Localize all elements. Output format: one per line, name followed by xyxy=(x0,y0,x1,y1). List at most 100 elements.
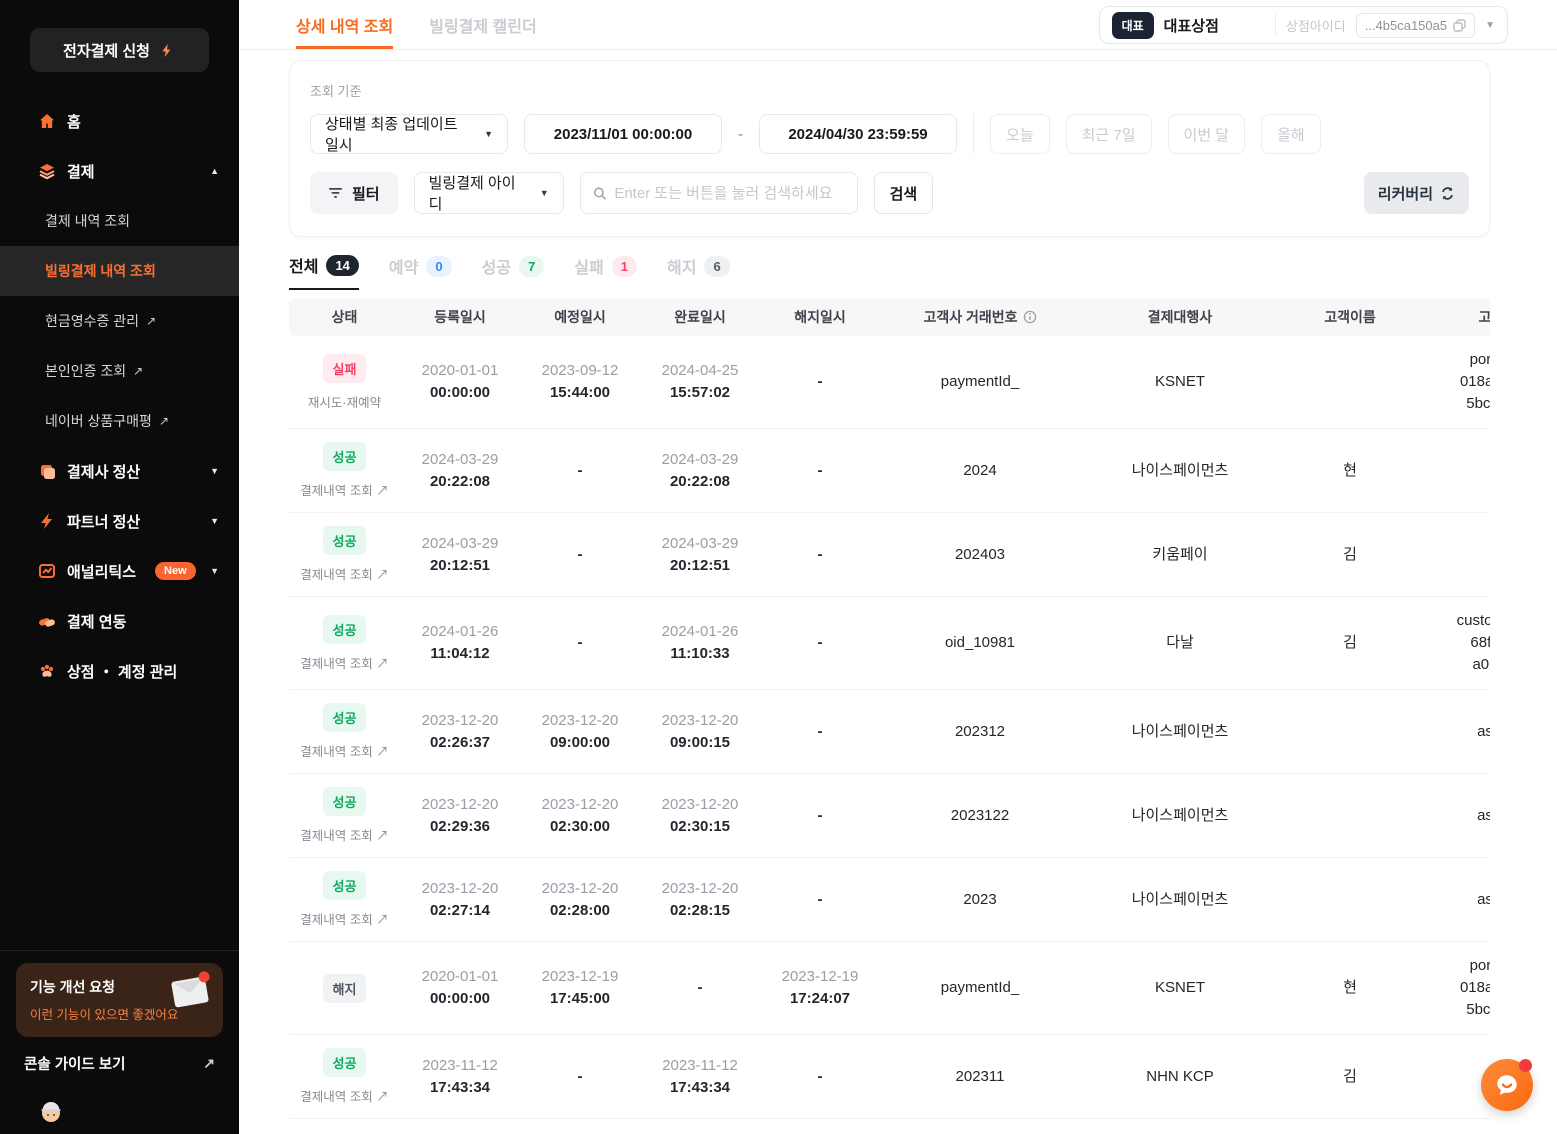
table-row[interactable]: 성공 결제내역 조회 ↗ 2024-01-2611:04:12 - 2024-0… xyxy=(289,597,1490,690)
status-tab-success[interactable]: 성공 7 xyxy=(482,253,545,290)
row-action-link[interactable]: 결제내역 조회 ↗ xyxy=(300,909,388,928)
sidebar-item-payment-integration[interactable]: 결제 연동 xyxy=(0,596,239,646)
range-today-button[interactable]: 오늘 xyxy=(990,114,1050,154)
status-tab-label: 해지 xyxy=(667,254,696,278)
range-this-year-button[interactable]: 올해 xyxy=(1261,114,1321,154)
table-row[interactable]: 성공 결제내역 조회 ↗ 2024-03-2920:12:51 - 2024-0… xyxy=(289,513,1490,597)
registered-at-cell: 2020-01-0100:00:00 xyxy=(400,360,520,404)
cancelled-at-cell: - xyxy=(760,632,880,654)
chevron-up-icon[interactable]: ▲ xyxy=(210,166,219,176)
divider xyxy=(1275,14,1276,36)
user-avatar[interactable] xyxy=(38,1098,64,1124)
sidebar-item-label: 현금영수증 관리 xyxy=(45,311,139,331)
date-from-input[interactable]: 2023/11/01 00:00:00 xyxy=(524,114,722,154)
completed-at-cell: 2023-11-1217:43:34 xyxy=(640,1055,760,1099)
table-row[interactable]: 해지 2020-01-0100:00:00 2023-12-1917:45:00… xyxy=(289,942,1490,1035)
sidebar-item-billing-history[interactable]: 빌링결제 내역 조회 xyxy=(0,246,239,296)
status-tab-failed[interactable]: 실패 1 xyxy=(574,253,637,290)
table-row[interactable]: 성공 결제내역 조회 ↗ 2023-12-2002:27:14 2023-12-… xyxy=(289,858,1490,942)
registered-at-cell: 2024-01-2611:04:12 xyxy=(400,621,520,665)
col-pg-provider: 결제대행사 xyxy=(1080,307,1280,327)
sidebar-item-label: 결제 xyxy=(67,161,95,182)
search-type-select[interactable]: 빌링결제 아이디 ▼ xyxy=(414,172,564,214)
tab-detail-history[interactable]: 상세 내역 조회 xyxy=(296,0,393,49)
row-action-link[interactable]: 결제내역 조회 ↗ xyxy=(300,825,388,844)
external-link-icon: ↗ xyxy=(146,314,156,328)
pg-provider-cell: 나이스페이먼츠 xyxy=(1080,805,1280,827)
epay-apply-button[interactable]: 전자결제 신청 xyxy=(30,28,209,72)
scheduled-at-cell: - xyxy=(520,544,640,566)
table-row[interactable]: 실패 재시도·재예약 2020-01-0100:00:00 2023-09-12… xyxy=(289,336,1490,429)
table-row[interactable]: 성공 결제내역 조회 ↗ 2024-03-2920:22:08 - 2024-0… xyxy=(289,429,1490,513)
status-badge: 성공 xyxy=(323,442,367,471)
search-box[interactable] xyxy=(580,172,858,214)
date-to-input[interactable]: 2024/04/30 23:59:59 xyxy=(759,114,957,154)
status-count-badge: 0 xyxy=(426,256,451,277)
sidebar-item-label: 애널리틱스 xyxy=(67,561,136,582)
sidebar-item-home[interactable]: 홈 xyxy=(0,96,239,146)
sidebar-item-naver-review[interactable]: 네이버 상품구매평 ↗ xyxy=(0,396,239,446)
chat-widget-button[interactable] xyxy=(1481,1059,1533,1111)
bolt-icon xyxy=(38,512,56,530)
console-guide-link[interactable]: 콘솔 가이드 보기 ↗ xyxy=(16,1037,223,1080)
sidebar-item-analytics[interactable]: 애널리틱스 New ▼ xyxy=(0,546,239,596)
recovery-button[interactable]: 리커버리 xyxy=(1364,172,1469,214)
row-action-link[interactable]: 결제내역 조회 ↗ xyxy=(300,480,388,499)
range-this-month-button[interactable]: 이번 달 xyxy=(1168,114,1246,154)
status-tab-scheduled[interactable]: 예약 0 xyxy=(389,253,452,290)
chevron-down-icon[interactable]: ▼ xyxy=(1485,20,1495,31)
status-tab-all[interactable]: 전체 14 xyxy=(289,253,359,290)
customer-id-cell: port- 018a88 5bca- xyxy=(1420,955,1490,1021)
registered-at-cell: 2023-11-1217:43:34 xyxy=(400,1055,520,1099)
cancelled-at-cell: - xyxy=(760,544,880,566)
table-row[interactable]: 성공 결제내역 조회 ↗ 2023-12-2002:29:36 2023-12-… xyxy=(289,774,1490,858)
table-row[interactable]: 성공 결제내역 조회 ↗ 2023-12-2002:26:37 2023-12-… xyxy=(289,690,1490,774)
pg-provider-cell: 나이스페이먼츠 xyxy=(1080,889,1280,911)
row-action-link[interactable]: 결제내역 조회 ↗ xyxy=(300,741,388,760)
feature-request-subtitle: 이런 기능이 있으면 좋겠어요 xyxy=(30,1004,209,1023)
col-label: 고객사 거래번호 xyxy=(923,307,1017,327)
feature-request-card[interactable]: 기능 개선 요청 이런 기능이 있으면 좋겠어요 xyxy=(16,963,223,1037)
row-action-link[interactable]: 결제내역 조회 ↗ xyxy=(300,653,388,672)
status-tab-cancelled[interactable]: 해지 6 xyxy=(667,253,730,290)
chevron-down-icon[interactable]: ▼ xyxy=(210,466,219,476)
store-selector[interactable]: 대표 대표상점 상점아이디 ...4b5ca150a5 ▼ xyxy=(1099,6,1508,44)
sidebar-item-payments[interactable]: 결제 ▲ xyxy=(0,146,239,196)
completed-at-cell: 2023-12-2002:28:15 xyxy=(640,878,760,922)
chevron-down-icon[interactable]: ▼ xyxy=(210,516,219,526)
chevron-down-icon[interactable]: ▼ xyxy=(210,566,219,576)
sidebar-item-identity-verification[interactable]: 본인인증 조회 ↗ xyxy=(0,346,239,396)
store-id-value[interactable]: ...4b5ca150a5 xyxy=(1356,13,1475,38)
pg-provider-cell: 다날 xyxy=(1080,632,1280,654)
row-action-link[interactable]: 결제내역 조회 ↗ xyxy=(300,1086,388,1105)
merchant-txn-id-cell: 2024 xyxy=(880,460,1080,482)
status-badge: 성공 xyxy=(323,787,367,816)
table-row[interactable]: 성공 결제내역 조회 ↗ 2023-11-1217:43:34 - 2023-1… xyxy=(289,1035,1490,1119)
row-action-link[interactable]: 결제내역 조회 ↗ xyxy=(300,564,388,583)
range-last7-button[interactable]: 최근 7일 xyxy=(1066,114,1152,154)
sidebar-item-store-account[interactable]: 상점 ・ 계정 관리 xyxy=(0,646,239,696)
search-button[interactable]: 검색 xyxy=(874,172,934,214)
sidebar-nav: 홈 결제 ▲ 결제 내역 조회 빌링결제 내역 조회 현금영수증 관리 ↗ 본인… xyxy=(0,96,239,950)
criteria-select[interactable]: 상태별 최종 업데이트 일시 ▼ xyxy=(310,114,508,154)
copy-icon[interactable] xyxy=(1453,19,1466,32)
sidebar-item-cash-receipt[interactable]: 현금영수증 관리 ↗ xyxy=(0,296,239,346)
cancelled-at-cell: - xyxy=(760,889,880,911)
external-link-icon: ↗ xyxy=(159,414,169,428)
home-icon xyxy=(38,112,56,130)
table-row[interactable]: 해지 2020-01-0100:00:00 2023-11-1011:24:00… xyxy=(289,1119,1490,1134)
status-badge: 성공 xyxy=(323,615,367,644)
sidebar-item-payment-history[interactable]: 결제 내역 조회 xyxy=(0,196,239,246)
store-id-text: ...4b5ca150a5 xyxy=(1365,18,1447,33)
info-icon[interactable] xyxy=(1023,310,1037,324)
filter-button[interactable]: 필터 xyxy=(310,172,398,214)
tab-billing-calendar[interactable]: 빌링결제 캘린더 xyxy=(429,0,537,49)
sidebar-item-label: 상점 ・ 계정 관리 xyxy=(67,661,177,682)
chat-bubble-icon xyxy=(1492,1070,1522,1100)
row-action-link[interactable]: 재시도·재예약 xyxy=(308,392,381,411)
search-input[interactable] xyxy=(614,185,844,202)
customer-name-cell: 현 xyxy=(1280,977,1420,999)
sidebar-item-pg-settlement[interactable]: 결제사 정산 ▼ xyxy=(0,446,239,496)
sidebar-item-partner-settlement[interactable]: 파트너 정산 ▼ xyxy=(0,496,239,546)
recovery-button-label: 리커버리 xyxy=(1378,183,1433,204)
